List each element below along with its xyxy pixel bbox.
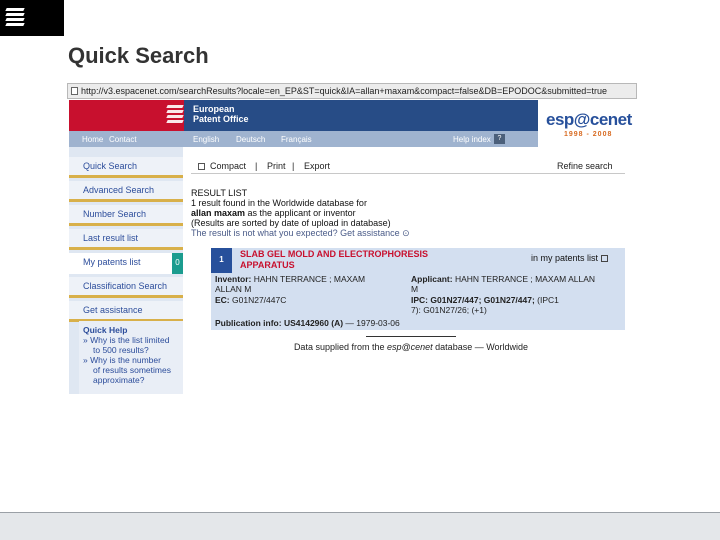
browser-screenshot: http://v3.espacenet.com/searchResults?lo… [67, 83, 637, 394]
result-title-line2: APPARATUS [240, 260, 295, 270]
ipc-label: IPC: [411, 295, 428, 305]
ec-label: EC: [215, 295, 230, 305]
sidebar-item-label: My patents list [83, 257, 141, 267]
result-list-heading: RESULT LIST [191, 188, 248, 198]
result-sort-note: (Results are sorted by date of upload in… [191, 218, 391, 228]
org-name-line2: Patent Office [193, 114, 249, 124]
sidebar-item-number-search[interactable]: Number Search [69, 205, 183, 226]
quick-help-link-1[interactable]: » Why is the list limited [83, 335, 183, 345]
applicant-label: Applicant: [411, 274, 453, 284]
pub-kind: (A) [331, 318, 344, 328]
sidebar: Quick Search Advanced Search Number Sear… [69, 147, 183, 394]
inventor-field: Inventor: HAHN TERRANCE ; MAXAM ALLAN M [215, 274, 365, 294]
supply-prefix: Data supplied from the [293, 342, 387, 352]
ec-field: EC: G01N27/447C [215, 295, 286, 305]
sidebar-item-quick-search[interactable]: Quick Search [69, 157, 183, 178]
toolbar-separator: | [292, 161, 295, 171]
quick-help-link-2-cont2[interactable]: approximate? [83, 375, 183, 385]
result-title-link[interactable]: SLAB GEL MOLD AND ELECTROPHORESIS APPARA… [240, 249, 480, 271]
nav-help-index[interactable]: Help index [453, 135, 491, 144]
epo-logo-mark [5, 6, 28, 30]
query-terms: allan maxam [191, 208, 246, 218]
quick-help-link-1-cont[interactable]: to 500 results? [83, 345, 183, 355]
pub-date: — 1979-03-06 [345, 318, 400, 328]
export-link[interactable]: Export [304, 161, 330, 171]
pub-label: Publication info: [215, 318, 282, 328]
slide-title: Quick Search [68, 43, 209, 68]
espacenet-logo: esp@cenet 1998 - 2008 [538, 100, 637, 147]
pub-number[interactable]: US4142960 [284, 318, 329, 328]
sidebar-item-get-assistance[interactable]: Get assistance [69, 301, 183, 322]
inventor-value: HAHN TERRANCE ; MAXAM [253, 274, 366, 284]
patents-count-badge: 0 [172, 253, 183, 274]
address-url: http://v3.espacenet.com/searchResults?lo… [81, 86, 608, 96]
result-item: 1 SLAB GEL MOLD AND ELECTROPHORESIS APPA… [211, 248, 625, 330]
toolbar-separator: | [255, 161, 258, 171]
ipc-value-cont: 7): G01N27/26; (+1) [411, 305, 487, 315]
query-scope: as the applicant or inventor [245, 208, 356, 218]
page-icon [71, 87, 78, 95]
inventor-label: Inventor: [215, 274, 252, 284]
data-source-note: Data supplied from the esp@cenet databas… [281, 336, 541, 352]
address-bar[interactable]: http://v3.espacenet.com/searchResults?lo… [67, 83, 637, 99]
help-icon[interactable]: ? [494, 134, 505, 144]
supply-brand[interactable]: esp@cenet [387, 342, 433, 352]
applicant-value-cont: M [411, 284, 419, 294]
divider [366, 336, 456, 337]
applicant-field: Applicant: HAHN TERRANCE ; MAXAM ALLAN M [411, 274, 595, 294]
nav-english[interactable]: English [193, 135, 219, 144]
results-toolbar: Compact | Print | Export Refine search [191, 159, 625, 174]
nav-francais[interactable]: Français [281, 135, 312, 144]
slide-footer-bar [0, 512, 720, 540]
sidebar-item-last-result-list[interactable]: Last result list [69, 229, 183, 250]
result-number: 1 [211, 248, 232, 273]
ipc-field: IPC: G01N27/447; G01N27/447; (IPC1 7): G… [411, 295, 559, 315]
header-red-band [69, 100, 184, 131]
add-to-patents-list[interactable]: in my patents list [531, 253, 609, 263]
ipc-value-extra: (IPC1 [534, 295, 559, 305]
result-count-line: 1 result found in the Worldwide database… [191, 198, 367, 208]
sidebar-item-advanced-search[interactable]: Advanced Search [69, 181, 183, 202]
org-name-line1: European [193, 104, 235, 114]
nav-deutsch[interactable]: Deutsch [236, 135, 265, 144]
ipc-value[interactable]: G01N27/447; G01N27/447; [430, 295, 534, 305]
result-query-line: allan maxam as the applicant or inventor [191, 208, 410, 218]
arrow-circle-icon: ⊙ [402, 228, 410, 238]
epo-symbol-icon [166, 103, 185, 127]
get-assistance-link[interactable]: The result is not what you expected? Get… [191, 228, 410, 238]
supply-suffix: database — Worldwide [432, 342, 529, 352]
espacenet-logo-years: 1998 - 2008 [564, 131, 613, 138]
nav-contact[interactable]: Contact [109, 135, 137, 144]
print-link[interactable]: Print [267, 161, 286, 171]
get-assistance-text: The result is not what you expected? Get… [191, 228, 400, 238]
inventor-value-cont: ALLAN M [215, 284, 252, 294]
header-nav: Home Contact English Deutsch Français He… [69, 131, 538, 147]
publication-info: Publication info: US4142960 (A) — 1979-0… [215, 318, 400, 328]
refine-search-link[interactable]: Refine search [557, 161, 613, 171]
sidebar-item-my-patents-list[interactable]: My patents list 0 [69, 253, 183, 274]
site-header: European Patent Office Home Contact Engl… [67, 100, 637, 147]
quick-help-link-2-cont[interactable]: of results sometimes [83, 365, 183, 375]
applicant-value: HAHN TERRANCE ; MAXAM ALLAN [454, 274, 596, 284]
result-title-line1: SLAB GEL MOLD AND ELECTROPHORESIS [240, 249, 429, 259]
sidebar-item-classification-search[interactable]: Classification Search [69, 277, 183, 298]
my-list-label: in my patents list [531, 253, 599, 263]
compact-checkbox[interactable] [198, 163, 205, 170]
compact-link[interactable]: Compact [210, 161, 246, 171]
quick-help-panel: Quick Help » Why is the list limited to … [79, 321, 183, 394]
nav-home[interactable]: Home [82, 135, 103, 144]
quick-help-link-2[interactable]: » Why is the number [83, 355, 183, 365]
espacenet-logo-text: esp@cenet [546, 110, 632, 129]
my-list-checkbox[interactable] [601, 255, 609, 262]
quick-help-title: Quick Help [83, 325, 128, 335]
results-panel: Compact | Print | Export Refine search R… [191, 147, 637, 394]
epo-logo [0, 0, 64, 36]
result-summary: RESULT LIST 1 result found in the Worldw… [191, 188, 410, 238]
ec-value[interactable]: G01N27/447C [232, 295, 286, 305]
header-org-band: European Patent Office [184, 100, 538, 131]
